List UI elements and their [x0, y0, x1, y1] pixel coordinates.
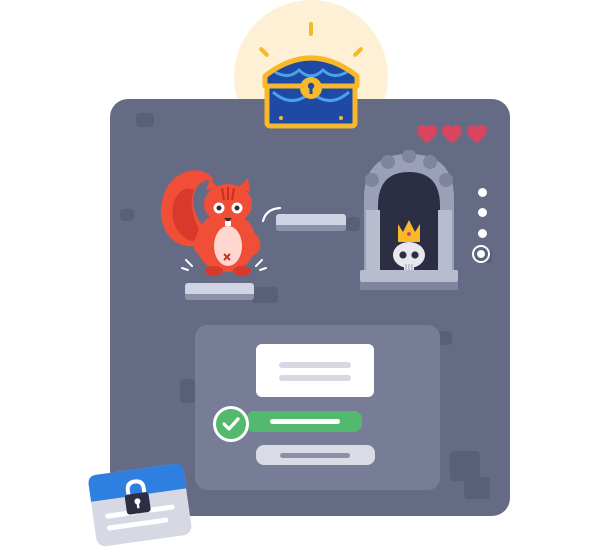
level-indicator — [478, 208, 487, 217]
wall-brick — [438, 331, 452, 345]
heart-icon — [442, 124, 462, 144]
level-indicator-current — [472, 245, 490, 263]
level-indicator — [478, 188, 487, 197]
heart-icon — [417, 124, 437, 144]
heart-icon — [467, 124, 487, 144]
treasure-chest-icon — [262, 55, 360, 129]
wall-brick — [180, 379, 196, 403]
check-icon — [213, 406, 249, 442]
wall-brick — [252, 287, 278, 303]
glow-ray — [309, 22, 313, 36]
stone-ledge — [276, 214, 346, 231]
question-card — [256, 344, 374, 397]
lock-card — [88, 463, 192, 547]
castle-window — [360, 150, 458, 290]
wall-brick — [120, 209, 134, 221]
answer-text-line — [280, 453, 350, 458]
question-text-line — [279, 375, 351, 381]
answer-option[interactable] — [256, 445, 375, 465]
question-text-line — [279, 362, 351, 368]
answer-option-correct[interactable] — [246, 411, 362, 432]
level-indicator — [478, 229, 487, 238]
squirrel-character — [160, 170, 267, 276]
answer-text-line — [270, 419, 340, 424]
stone-ledge — [185, 283, 254, 300]
wall-brick — [136, 113, 154, 127]
wall-brick — [464, 477, 490, 499]
